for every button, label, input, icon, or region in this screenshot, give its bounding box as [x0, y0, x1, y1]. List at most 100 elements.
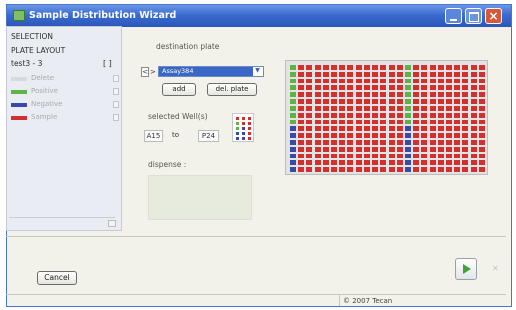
plate-well[interactable] — [478, 71, 485, 77]
plate-well[interactable] — [462, 78, 469, 84]
plate-well[interactable] — [339, 133, 346, 138]
plate-well[interactable] — [314, 85, 321, 91]
plate-well[interactable] — [462, 119, 469, 125]
plate-well[interactable] — [347, 160, 354, 166]
plate-well[interactable] — [413, 146, 420, 152]
plate-well[interactable] — [347, 71, 354, 77]
plate-well[interactable] — [290, 99, 296, 104]
plate-well[interactable] — [380, 133, 387, 138]
plate-well[interactable] — [322, 105, 329, 111]
plate-well[interactable] — [355, 139, 362, 145]
plate-well[interactable] — [470, 85, 477, 91]
plate-well[interactable] — [413, 99, 420, 104]
plate-well[interactable] — [314, 160, 321, 166]
plate-well[interactable] — [331, 112, 338, 118]
plate-well[interactable] — [478, 153, 485, 159]
plate-well[interactable] — [290, 119, 296, 125]
plate-well[interactable] — [339, 105, 346, 111]
plate-well[interactable] — [429, 133, 436, 138]
plate-well[interactable] — [445, 119, 452, 125]
plate-well[interactable] — [306, 146, 313, 152]
legend-item-delete[interactable]: Delete — [11, 74, 121, 85]
plate-well[interactable] — [421, 105, 428, 111]
plate-well[interactable] — [445, 160, 452, 166]
play-icon[interactable] — [455, 258, 477, 280]
plate-well[interactable] — [339, 71, 346, 77]
plate-well[interactable] — [322, 139, 329, 145]
plate-well[interactable] — [413, 92, 420, 98]
plate-well[interactable] — [462, 167, 469, 172]
plate-well[interactable] — [462, 153, 469, 159]
plate-well[interactable] — [454, 160, 461, 166]
plate-well[interactable] — [355, 119, 362, 125]
plate-well[interactable] — [322, 65, 329, 70]
plate-well[interactable] — [322, 85, 329, 91]
plate-well[interactable] — [437, 112, 444, 118]
plate-well[interactable] — [298, 78, 305, 84]
plate-well[interactable] — [454, 85, 461, 91]
plate-well[interactable] — [355, 71, 362, 77]
plate-well[interactable] — [339, 153, 346, 159]
plate-well[interactable] — [322, 92, 329, 98]
plate-well[interactable] — [445, 167, 452, 172]
plate-well[interactable] — [421, 167, 428, 172]
plate-well[interactable] — [298, 71, 305, 77]
plate-well[interactable] — [478, 99, 485, 104]
next-plate-button[interactable]: > — [150, 67, 156, 77]
plate-well[interactable] — [396, 78, 403, 84]
plate-well[interactable] — [421, 112, 428, 118]
plate-well[interactable] — [396, 71, 403, 77]
plate-well[interactable] — [478, 65, 485, 70]
plate-well[interactable] — [437, 71, 444, 77]
plate-well[interactable] — [339, 92, 346, 98]
plate-well[interactable] — [298, 133, 305, 138]
plate-well[interactable] — [445, 65, 452, 70]
plate-well[interactable] — [470, 160, 477, 166]
plate-well[interactable] — [388, 160, 395, 166]
plate-well[interactable] — [421, 65, 428, 70]
plate-well[interactable] — [388, 78, 395, 84]
plate-well[interactable] — [298, 146, 305, 152]
plate-well[interactable] — [314, 139, 321, 145]
plate-well[interactable] — [454, 133, 461, 138]
plate-well[interactable] — [445, 112, 452, 118]
legend-checkbox[interactable] — [113, 88, 119, 95]
plate-well[interactable] — [298, 139, 305, 145]
plate-well[interactable] — [290, 167, 296, 172]
plate-well[interactable] — [462, 92, 469, 98]
legend-item-positive[interactable]: Positive — [11, 87, 121, 98]
plate-well[interactable] — [347, 85, 354, 91]
plate-well[interactable] — [396, 92, 403, 98]
plate-well[interactable] — [355, 153, 362, 159]
prev-plate-button[interactable]: < — [141, 67, 149, 77]
cancel-button[interactable]: Cancel — [37, 271, 77, 285]
legend-checkbox[interactable] — [113, 101, 119, 108]
plate-well[interactable] — [347, 112, 354, 118]
plate-well[interactable] — [413, 133, 420, 138]
plate-well[interactable] — [437, 167, 444, 172]
plate-well[interactable] — [404, 126, 411, 132]
plate-well[interactable] — [298, 92, 305, 98]
plate-well[interactable] — [421, 78, 428, 84]
plate-well[interactable] — [363, 65, 370, 70]
plate-well[interactable] — [445, 105, 452, 111]
plate-well[interactable] — [437, 139, 444, 145]
plate-well[interactable] — [388, 92, 395, 98]
plate-well[interactable] — [404, 160, 411, 166]
plate-well[interactable] — [388, 105, 395, 111]
plate-well[interactable] — [470, 99, 477, 104]
plate-well[interactable] — [429, 146, 436, 152]
plate-well[interactable] — [306, 112, 313, 118]
legend-checkbox[interactable] — [113, 75, 119, 82]
plate-well[interactable] — [355, 126, 362, 132]
plate-well[interactable] — [413, 119, 420, 125]
plate-well[interactable] — [331, 65, 338, 70]
plate-well[interactable] — [331, 153, 338, 159]
plate-well[interactable] — [396, 85, 403, 91]
plate-select[interactable]: Assay384 ▼ — [158, 66, 264, 77]
plate-well[interactable] — [437, 160, 444, 166]
plate-well[interactable] — [413, 160, 420, 166]
plate-well[interactable] — [454, 112, 461, 118]
plate-well[interactable] — [331, 85, 338, 91]
plate-well[interactable] — [470, 78, 477, 84]
